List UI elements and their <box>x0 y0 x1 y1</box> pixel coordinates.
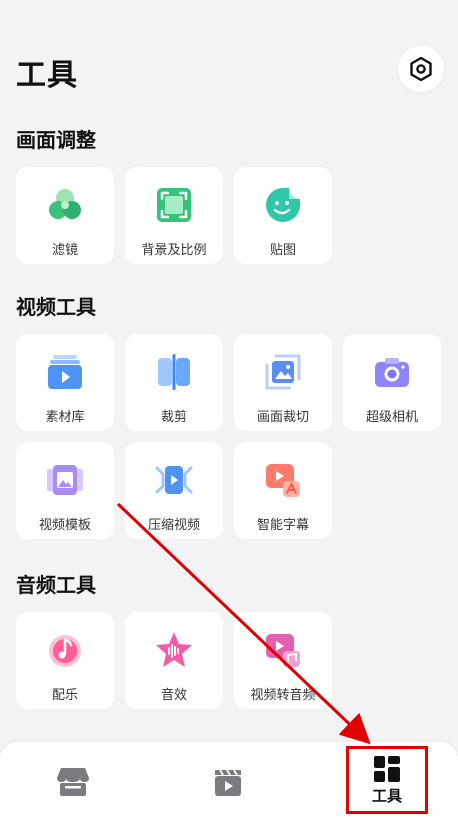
video-template-icon <box>45 460 85 500</box>
tool-card-video-to-audio[interactable]: 视频转音频 <box>234 612 332 709</box>
crop-icon <box>263 352 303 392</box>
tool-label: 视频转音频 <box>250 688 316 703</box>
tool-card-background-ratio[interactable]: 背景及比例 <box>125 167 223 264</box>
store-icon <box>57 768 89 796</box>
tools-grid-icon <box>374 755 400 782</box>
bottom-tab-bar: 工具 <box>0 742 458 820</box>
tool-label: 贴图 <box>269 243 296 258</box>
tool-label: 裁剪 <box>160 410 187 425</box>
tool-card-crop[interactable]: 画面裁切 <box>234 334 332 431</box>
tool-card-smart-subtitle[interactable]: 智能字幕 <box>234 442 332 539</box>
tool-card-material-library[interactable]: 素材库 <box>16 334 114 431</box>
page-header: 工具 <box>16 50 78 94</box>
tab-tools-label: 工具 <box>371 786 402 805</box>
tab-tools[interactable]: 工具 <box>346 746 428 814</box>
settings-hex-icon <box>410 56 432 82</box>
music-icon <box>45 630 85 670</box>
tool-label: 超级相机 <box>365 410 418 425</box>
sticker-icon <box>263 185 303 225</box>
tool-label: 素材库 <box>45 410 85 425</box>
section-title-audio-tools: 音频工具 <box>16 573 96 597</box>
sound-effect-icon <box>154 630 194 670</box>
section-title-video-tools: 视频工具 <box>16 295 96 319</box>
smart-subtitle-icon <box>263 460 303 500</box>
tool-label: 智能字幕 <box>256 518 309 533</box>
tool-card-video-template[interactable]: 视频模板 <box>16 442 114 539</box>
video-to-audio-icon <box>263 630 303 670</box>
tool-label: 画面裁切 <box>256 410 309 425</box>
tool-card-filter[interactable]: 滤镜 <box>16 167 114 264</box>
trim-icon <box>154 352 194 392</box>
tool-label: 配乐 <box>51 688 78 703</box>
tool-card-trim[interactable]: 裁剪 <box>125 334 223 431</box>
tool-card-compress-video[interactable]: 压缩视频 <box>125 442 223 539</box>
filter-icon <box>45 185 85 225</box>
audio-tools-grid: 配乐 音效 视频转音频 <box>16 612 446 709</box>
section-title-picture-adjust: 画面调整 <box>16 128 96 152</box>
tool-card-sticker[interactable]: 贴图 <box>234 167 332 264</box>
tool-label: 音效 <box>160 688 187 703</box>
settings-button[interactable] <box>398 46 444 92</box>
background-ratio-icon <box>154 185 194 225</box>
tool-label: 滤镜 <box>51 243 78 258</box>
clapperboard-icon <box>215 769 241 796</box>
page-title: 工具 <box>16 58 78 93</box>
tool-label: 背景及比例 <box>141 243 207 258</box>
tab-store[interactable] <box>55 766 91 798</box>
tool-label: 压缩视频 <box>147 518 200 533</box>
material-library-icon <box>45 352 85 392</box>
super-camera-icon <box>372 352 412 392</box>
tab-editor[interactable] <box>212 766 244 798</box>
tool-card-music[interactable]: 配乐 <box>16 612 114 709</box>
tool-card-sound-effect[interactable]: 音效 <box>125 612 223 709</box>
video-tools-grid: 素材库 裁剪 画面裁切 超级相机 视频模板 压缩视频 智能字幕 <box>16 334 446 539</box>
compress-video-icon <box>154 460 194 500</box>
tool-card-super-camera[interactable]: 超级相机 <box>343 334 441 431</box>
picture-adjust-grid: 滤镜 背景及比例 贴图 <box>16 167 446 264</box>
tool-label: 视频模板 <box>38 518 91 533</box>
